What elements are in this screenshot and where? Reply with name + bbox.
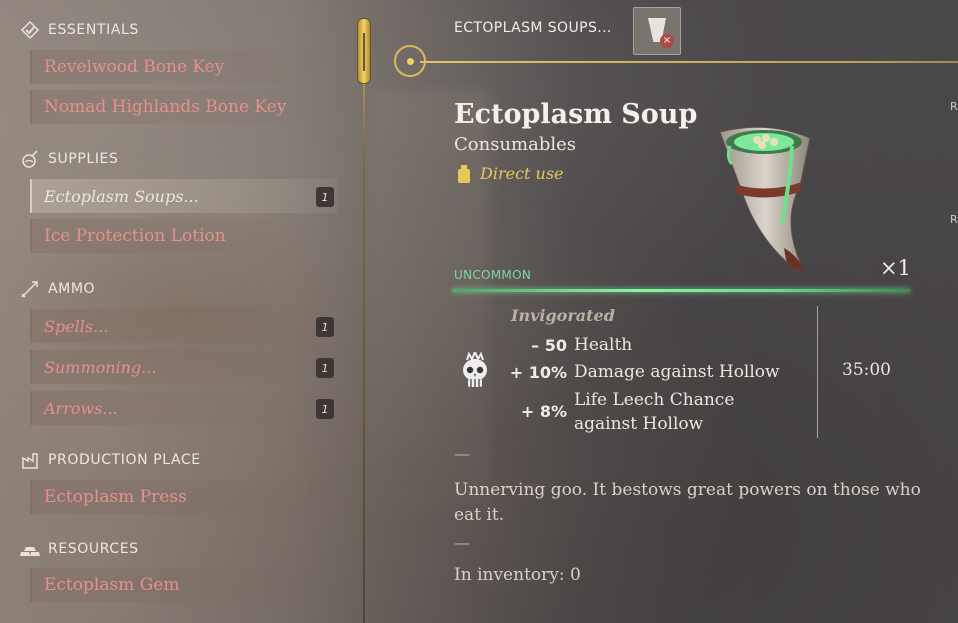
item-label: Ice Protection Lotion bbox=[44, 226, 226, 246]
count-badge: 1 bbox=[316, 399, 334, 419]
rarity-label: UNCOMMON bbox=[454, 268, 532, 282]
section-title: ESSENTIALS bbox=[48, 22, 139, 38]
stat-label: Health bbox=[574, 335, 633, 355]
arrow-icon bbox=[20, 279, 40, 299]
item-label: Ectoplasm Soups... bbox=[44, 186, 199, 206]
section-ammo: AMMO bbox=[20, 277, 95, 301]
category-thumbnail[interactable]: × bbox=[633, 7, 681, 55]
list-item-spells[interactable]: Spells... 1 bbox=[30, 309, 338, 343]
separator: — bbox=[454, 533, 470, 552]
effect-name: Invigorated bbox=[511, 306, 615, 325]
section-title: RESOURCES bbox=[48, 541, 139, 557]
stat-label: Life Leech Chance against Hollow bbox=[574, 390, 735, 434]
count-badge: 1 bbox=[316, 187, 334, 207]
section-title: PRODUCTION PLACE bbox=[48, 452, 201, 468]
item-label: Arrows... bbox=[44, 398, 118, 418]
edge-letter: R bbox=[950, 213, 958, 226]
section-production-place: PRODUCTION PLACE bbox=[20, 448, 201, 472]
stat-label: Damage against Hollow bbox=[574, 362, 780, 382]
section-title: SUPPLIES bbox=[48, 151, 119, 167]
rarity-bar bbox=[452, 289, 910, 292]
count-badge: 1 bbox=[316, 317, 334, 337]
list-item-nomad-highlands-bone-key[interactable]: Nomad Highlands Bone Key bbox=[30, 90, 338, 124]
ectoplasm-soup-image bbox=[719, 126, 811, 271]
scrollbar-thumb[interactable] bbox=[357, 18, 371, 84]
list-item-arrows[interactable]: Arrows... 1 bbox=[30, 391, 338, 425]
bottle-icon bbox=[458, 164, 470, 183]
divider bbox=[363, 40, 365, 623]
list-item-ectoplasm-gem[interactable]: Ectoplasm Gem bbox=[30, 568, 338, 602]
ingots-icon bbox=[20, 539, 40, 559]
checkmark-icon bbox=[20, 20, 40, 40]
item-name: Ectoplasm Soup bbox=[454, 99, 698, 130]
usage-row: Direct use bbox=[458, 164, 564, 183]
inventory-list: ESSENTIALS Revelwood Bone Key Nomad High… bbox=[0, 0, 360, 623]
flask-icon bbox=[20, 149, 40, 169]
section-title: AMMO bbox=[48, 281, 96, 297]
item-label: Revelwood Bone Key bbox=[44, 57, 225, 77]
close-icon: × bbox=[660, 34, 674, 48]
item-label: Ectoplasm Press bbox=[44, 487, 187, 507]
edge-letter: R bbox=[950, 100, 958, 113]
header-divider bbox=[420, 61, 958, 63]
item-label: Summoning... bbox=[44, 357, 157, 377]
item-category: Consumables bbox=[454, 134, 577, 155]
list-item-revelwood-bone-key[interactable]: Revelwood Bone Key bbox=[30, 50, 338, 84]
effect-duration: 35:00 bbox=[842, 360, 891, 380]
stat-value: + 8% bbox=[520, 402, 567, 421]
inventory-count: In inventory: 0 bbox=[454, 565, 581, 585]
section-essentials: ESSENTIALS bbox=[20, 18, 139, 42]
list-item-ice-protection-lotion[interactable]: Ice Protection Lotion bbox=[30, 219, 338, 253]
separator: — bbox=[454, 444, 470, 463]
list-item-ectoplasm-soups[interactable]: Ectoplasm Soups... 1 bbox=[30, 179, 338, 213]
production-icon bbox=[20, 450, 40, 470]
count-badge: 1 bbox=[316, 358, 334, 378]
category-title: ECTOPLASM SOUPS... bbox=[454, 20, 612, 36]
list-item-ectoplasm-press[interactable]: Ectoplasm Press bbox=[30, 480, 338, 514]
stat-value: + 10% bbox=[509, 363, 567, 382]
item-label: Ectoplasm Gem bbox=[44, 575, 180, 595]
quantity: ×1 bbox=[880, 256, 911, 280]
item-label: Spells... bbox=[44, 316, 109, 336]
section-resources: RESOURCES bbox=[20, 537, 139, 561]
list-item-summoning[interactable]: Summoning... 1 bbox=[30, 350, 338, 384]
usage-label: Direct use bbox=[480, 164, 564, 183]
effect-divider bbox=[817, 306, 818, 438]
item-description: Unnerving goo. It bestows great powers o… bbox=[454, 480, 921, 525]
stat-value: – 50 bbox=[531, 336, 567, 355]
section-supplies: SUPPLIES bbox=[20, 147, 118, 171]
item-label: Nomad Highlands Bone Key bbox=[44, 97, 287, 117]
